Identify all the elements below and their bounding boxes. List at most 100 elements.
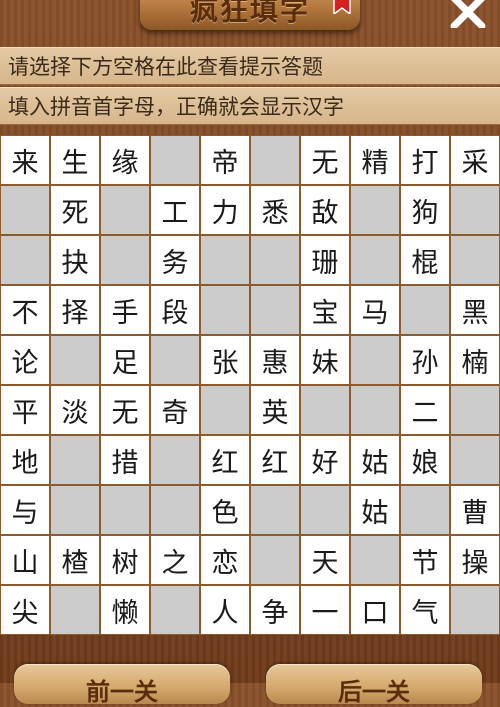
grid-cell-filled[interactable]: 来 (0, 135, 50, 185)
grid-cell-filled[interactable]: 与 (0, 485, 50, 535)
grid-cell-filled[interactable]: 棍 (400, 235, 450, 285)
grid-cell-filled[interactable]: 一 (300, 585, 350, 635)
grid-cell-blank[interactable] (350, 235, 400, 285)
grid-cell-blank[interactable] (100, 185, 150, 235)
grid-cell-filled[interactable]: 择 (50, 285, 100, 335)
grid-cell-blank[interactable] (350, 185, 400, 235)
grid-cell-filled[interactable]: 恋 (200, 535, 250, 585)
grid-cell-blank[interactable] (250, 285, 300, 335)
grid-cell-filled[interactable]: 孙 (400, 335, 450, 385)
grid-cell-filled[interactable]: 不 (0, 285, 50, 335)
grid-cell-filled[interactable]: 妹 (300, 335, 350, 385)
grid-cell-filled[interactable]: 缘 (100, 135, 150, 185)
grid-cell-filled[interactable]: 敌 (300, 185, 350, 235)
grid-cell-filled[interactable]: 珊 (300, 235, 350, 285)
grid-cell-blank[interactable] (450, 235, 500, 285)
grid-cell-blank[interactable] (400, 285, 450, 335)
grid-cell-filled[interactable]: 色 (200, 485, 250, 535)
grid-cell-blank[interactable] (300, 385, 350, 435)
grid-cell-filled[interactable]: 懒 (100, 585, 150, 635)
grid-cell-blank[interactable] (150, 485, 200, 535)
grid-cell-blank[interactable] (150, 585, 200, 635)
grid-cell-filled[interactable]: 悉 (250, 185, 300, 235)
grid-cell-filled[interactable]: 楠 (450, 335, 500, 385)
grid-cell-blank[interactable] (350, 535, 400, 585)
grid-cell-blank[interactable] (400, 485, 450, 535)
grid-cell-filled[interactable]: 姑 (350, 485, 400, 535)
grid-cell-blank[interactable] (100, 485, 150, 535)
grid-cell-filled[interactable]: 楂 (50, 535, 100, 585)
grid-cell-filled[interactable]: 天 (300, 535, 350, 585)
grid-cell-filled[interactable]: 山 (0, 535, 50, 585)
grid-cell-filled[interactable]: 奇 (150, 385, 200, 435)
grid-cell-filled[interactable]: 二 (400, 385, 450, 435)
grid-cell-filled[interactable]: 淡 (50, 385, 100, 435)
grid-cell-filled[interactable]: 口 (350, 585, 400, 635)
grid-cell-filled[interactable]: 无 (100, 385, 150, 435)
grid-cell-filled[interactable]: 足 (100, 335, 150, 385)
grid-cell-filled[interactable]: 人 (200, 585, 250, 635)
grid-cell-blank[interactable] (250, 135, 300, 185)
grid-cell-filled[interactable]: 无 (300, 135, 350, 185)
grid-cell-filled[interactable]: 之 (150, 535, 200, 585)
grid-cell-blank[interactable] (350, 335, 400, 385)
grid-cell-filled[interactable]: 马 (350, 285, 400, 335)
grid-cell-filled[interactable]: 红 (200, 435, 250, 485)
prev-level-button[interactable]: 前一关 (14, 664, 230, 706)
grid-cell-filled[interactable]: 生 (50, 135, 100, 185)
grid-cell-blank[interactable] (0, 235, 50, 285)
grid-cell-blank[interactable] (200, 285, 250, 335)
grid-cell-blank[interactable] (250, 535, 300, 585)
grid-cell-filled[interactable]: 张 (200, 335, 250, 385)
grid-cell-filled[interactable]: 段 (150, 285, 200, 335)
grid-cell-blank[interactable] (350, 385, 400, 435)
grid-cell-blank[interactable] (50, 485, 100, 535)
grid-cell-blank[interactable] (450, 185, 500, 235)
grid-cell-filled[interactable]: 力 (200, 185, 250, 235)
grid-cell-filled[interactable]: 姑 (350, 435, 400, 485)
grid-cell-blank[interactable] (450, 585, 500, 635)
grid-cell-filled[interactable]: 好 (300, 435, 350, 485)
grid-cell-filled[interactable]: 英 (250, 385, 300, 435)
grid-cell-blank[interactable] (250, 485, 300, 535)
grid-cell-blank[interactable] (0, 185, 50, 235)
grid-cell-blank[interactable] (450, 385, 500, 435)
grid-cell-blank[interactable] (150, 135, 200, 185)
grid-cell-blank[interactable] (50, 585, 100, 635)
grid-cell-filled[interactable]: 节 (400, 535, 450, 585)
grid-cell-blank[interactable] (250, 235, 300, 285)
grid-cell-blank[interactable] (200, 385, 250, 435)
grid-cell-blank[interactable] (200, 235, 250, 285)
grid-cell-filled[interactable]: 采 (450, 135, 500, 185)
grid-cell-blank[interactable] (450, 435, 500, 485)
grid-cell-filled[interactable]: 气 (400, 585, 450, 635)
grid-cell-filled[interactable]: 死 (50, 185, 100, 235)
grid-cell-blank[interactable] (150, 335, 200, 385)
grid-cell-blank[interactable] (150, 435, 200, 485)
grid-cell-filled[interactable]: 措 (100, 435, 150, 485)
grid-cell-filled[interactable]: 红 (250, 435, 300, 485)
grid-cell-filled[interactable]: 平 (0, 385, 50, 435)
grid-cell-filled[interactable]: 精 (350, 135, 400, 185)
grid-cell-filled[interactable]: 宝 (300, 285, 350, 335)
grid-cell-filled[interactable]: 操 (450, 535, 500, 585)
grid-cell-filled[interactable]: 论 (0, 335, 50, 385)
grid-cell-filled[interactable]: 帝 (200, 135, 250, 185)
grid-cell-filled[interactable]: 手 (100, 285, 150, 335)
grid-cell-filled[interactable]: 娘 (400, 435, 450, 485)
grid-cell-filled[interactable]: 打 (400, 135, 450, 185)
close-button[interactable] (446, 0, 490, 30)
grid-cell-filled[interactable]: 争 (250, 585, 300, 635)
grid-cell-filled[interactable]: 树 (100, 535, 150, 585)
grid-cell-blank[interactable] (300, 485, 350, 535)
grid-cell-blank[interactable] (50, 435, 100, 485)
next-level-button[interactable]: 后一关 (266, 664, 482, 706)
grid-cell-blank[interactable] (100, 235, 150, 285)
grid-cell-blank[interactable] (50, 335, 100, 385)
grid-cell-filled[interactable]: 地 (0, 435, 50, 485)
grid-cell-filled[interactable]: 尖 (0, 585, 50, 635)
grid-cell-filled[interactable]: 狗 (400, 185, 450, 235)
grid-cell-filled[interactable]: 务 (150, 235, 200, 285)
grid-cell-filled[interactable]: 曹 (450, 485, 500, 535)
grid-cell-filled[interactable]: 抉 (50, 235, 100, 285)
